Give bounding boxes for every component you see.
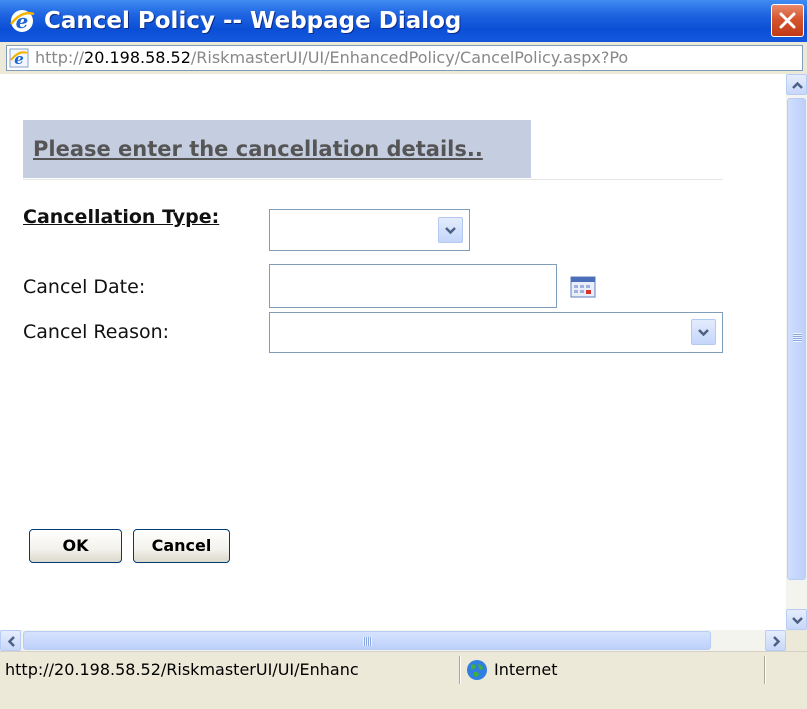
instruction-message: Please enter the cancellation details.. (33, 137, 483, 161)
calendar-icon[interactable] (570, 276, 596, 298)
globe-icon (467, 660, 487, 680)
address-path: /RiskmasterUI/UI/EnhancedPolicy/CancelPo… (190, 48, 629, 67)
close-button[interactable] (771, 4, 804, 37)
divider (23, 179, 723, 180)
ok-button[interactable]: OK (29, 529, 122, 563)
security-zone: Internet (494, 660, 558, 679)
address-field[interactable]: e http://20.198.58.52/RiskmasterUI/UI/En… (6, 45, 803, 71)
status-url: http://20.198.58.52/RiskmasterUI/UI/Enha… (5, 660, 359, 679)
scroll-right-button[interactable] (765, 630, 786, 651)
status-bar: http://20.198.58.52/RiskmasterUI/UI/Enha… (0, 651, 807, 709)
chevron-down-icon (445, 227, 456, 235)
chevron-down-icon (698, 329, 709, 337)
chevron-up-icon (792, 81, 803, 89)
title-bar: e Cancel Policy -- Webpage Dialog (0, 0, 807, 42)
grip-icon (793, 333, 802, 342)
cancel-reason-label: Cancel Reason: (23, 321, 170, 343)
cancel-date-label: Cancel Date: (23, 276, 146, 298)
status-separator (459, 656, 460, 684)
status-separator (764, 656, 765, 684)
horizontal-scrollbar[interactable] (0, 630, 786, 651)
window-title: Cancel Policy -- Webpage Dialog (44, 8, 462, 34)
cancel-date-input[interactable] (269, 264, 557, 308)
message-bar: Please enter the cancellation details.. (23, 120, 531, 178)
scroll-down-button[interactable] (786, 609, 807, 630)
address-scheme: http:// (35, 48, 85, 67)
ie-icon: e (10, 9, 35, 33)
dialog-content: Please enter the cancellation details.. … (0, 74, 786, 630)
chevron-left-icon (7, 636, 15, 647)
grip-icon (363, 637, 372, 646)
cancellation-type-select[interactable] (269, 209, 470, 251)
cancel-reason-dropdown-button[interactable] (691, 319, 716, 345)
vertical-scrollbar[interactable] (786, 74, 807, 630)
close-icon (779, 12, 796, 29)
chevron-right-icon (773, 636, 781, 647)
cancellation-type-label: Cancellation Type: (23, 206, 220, 228)
address-host: 20.198.58.52 (84, 48, 191, 67)
cancellation-type-dropdown-button[interactable] (438, 217, 463, 243)
vertical-scroll-thumb[interactable] (787, 98, 806, 580)
cancel-reason-select[interactable] (269, 312, 723, 353)
cancel-button[interactable]: Cancel (133, 529, 230, 563)
scroll-left-button[interactable] (0, 630, 21, 651)
ie-page-icon: e (9, 48, 29, 68)
address-bar: e http://20.198.58.52/RiskmasterUI/UI/En… (0, 42, 807, 74)
horizontal-scroll-thumb[interactable] (23, 631, 711, 650)
chevron-down-icon (792, 617, 803, 625)
address-url: http://20.198.58.52/RiskmasterUI/UI/Enha… (35, 46, 800, 70)
scroll-up-button[interactable] (786, 74, 807, 95)
scrollbar-corner (786, 630, 807, 651)
